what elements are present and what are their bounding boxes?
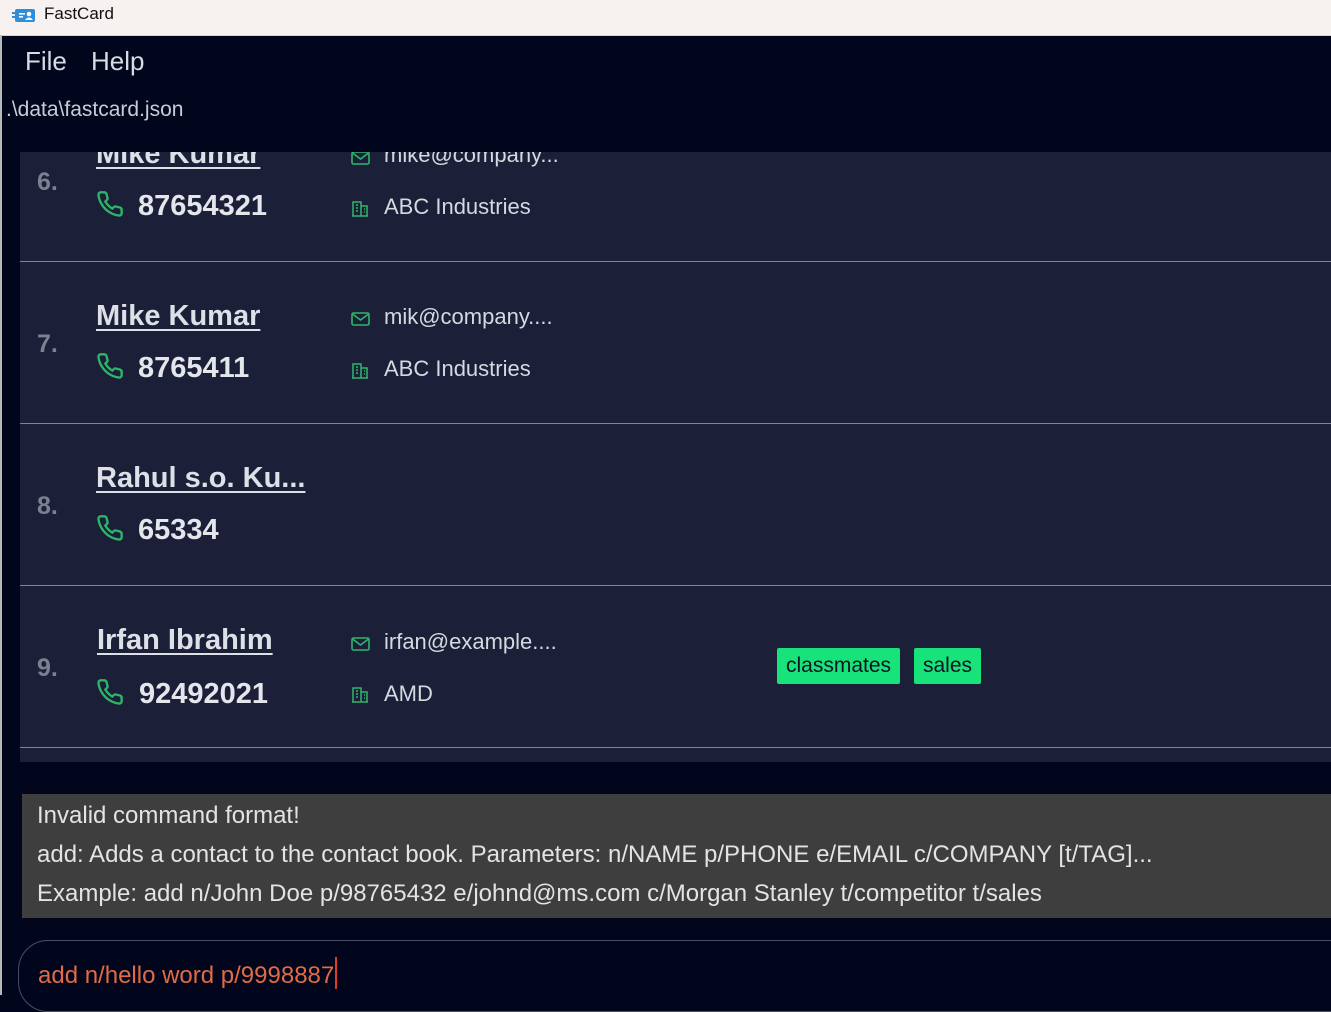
tag-badge: classmates xyxy=(777,648,901,684)
result-line: Invalid command format! xyxy=(37,802,300,829)
contact-name: Rahul s.o. Ku... xyxy=(96,462,306,494)
result-line: Example: add n/John Doe p/98765432 e/joh… xyxy=(37,880,1042,907)
contact-email: irfan@example.... xyxy=(384,629,557,654)
menu-file[interactable]: File xyxy=(25,46,67,77)
menu-bar: File Help xyxy=(0,36,1331,90)
contact-name: Mike Kumar xyxy=(96,300,261,332)
text-caret xyxy=(335,957,338,989)
result-display: Invalid command format! add: Adds a cont… xyxy=(22,794,1331,918)
tag-badge: sales xyxy=(914,648,982,684)
building-icon xyxy=(352,201,368,217)
contact-phone: 87654321 xyxy=(138,190,268,222)
phone-icon xyxy=(97,515,123,541)
contact-card[interactable]: 7. Mike Kumar 8765411 mik@company.... AB… xyxy=(20,262,1331,424)
contact-phone: 65334 xyxy=(138,514,219,546)
contact-card[interactable]: 6. Mike Kumar 87654321 mike@company... A… xyxy=(20,152,1331,262)
mail-icon xyxy=(351,312,370,326)
building-icon xyxy=(352,363,368,379)
contact-email: mik@company.... xyxy=(384,304,553,329)
command-value: add n/hello word p/9998887 xyxy=(38,962,335,989)
phone-icon xyxy=(97,353,123,379)
contact-name: Irfan Ibrahim xyxy=(97,624,273,656)
contact-card-icon xyxy=(12,9,35,22)
menu-help[interactable]: Help xyxy=(91,46,144,77)
phone-icon xyxy=(97,191,123,217)
contact-email: mike@company... xyxy=(384,152,559,167)
window-edge xyxy=(0,35,2,995)
contact-list[interactable]: 6. Mike Kumar 87654321 mike@company... A… xyxy=(20,152,1331,762)
contact-card[interactable]: 9. Irfan Ibrahim 92492021 irfan@example.… xyxy=(20,586,1331,748)
contact-name: Mike Kumar xyxy=(96,152,261,170)
card-index: 8. xyxy=(37,492,58,520)
window-title: FastCard xyxy=(44,4,114,23)
mail-icon xyxy=(351,152,370,165)
contact-phone: 92492021 xyxy=(139,678,269,710)
command-text: add n/hello word p/9998887 xyxy=(38,957,338,990)
contact-card[interactable]: 8. Rahul s.o. Ku... 65334 xyxy=(20,424,1331,586)
contact-phone: 8765411 xyxy=(138,352,250,384)
title-bar: FastCard xyxy=(0,0,1331,36)
mail-icon xyxy=(351,637,370,651)
file-path-label: .\data\fastcard.json xyxy=(6,98,184,121)
card-index: 7. xyxy=(37,330,58,358)
result-line: add: Adds a contact to the contact book.… xyxy=(37,841,1153,868)
card-index: 9. xyxy=(37,654,58,682)
building-icon xyxy=(352,687,368,703)
contact-company: AMD xyxy=(384,681,433,706)
contact-company: ABC Industries xyxy=(384,356,531,381)
contact-company: ABC Industries xyxy=(384,194,531,219)
card-index: 6. xyxy=(37,168,58,196)
phone-icon xyxy=(97,679,123,705)
command-input[interactable]: add n/hello word p/9998887 xyxy=(18,940,1331,1012)
